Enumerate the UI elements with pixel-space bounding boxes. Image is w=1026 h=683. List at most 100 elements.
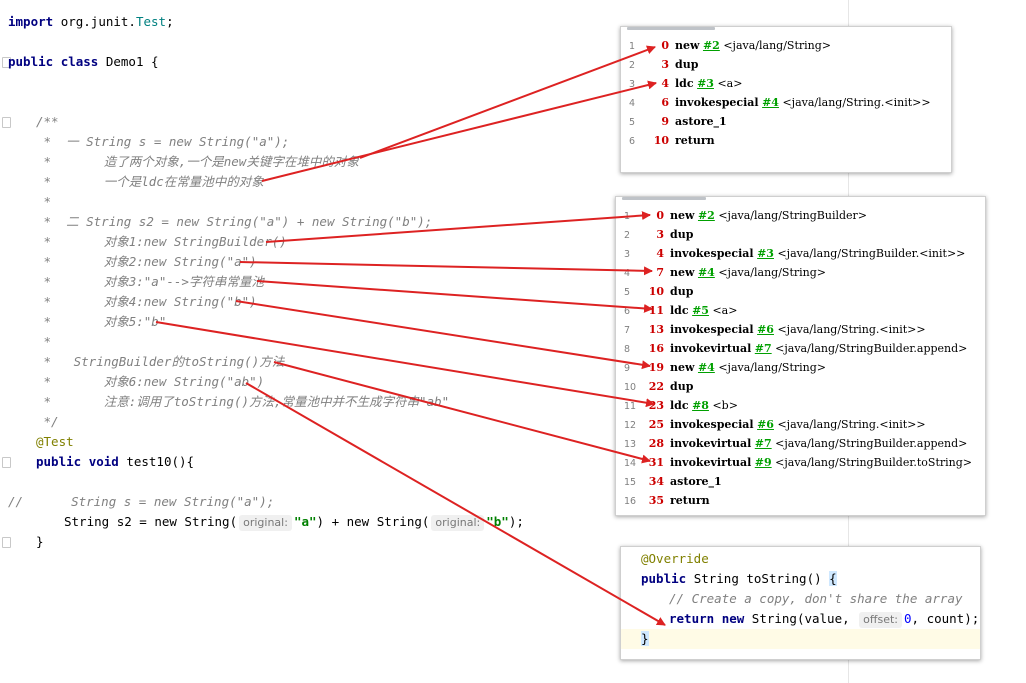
bytecode-offset: 10	[648, 285, 664, 298]
import-line: import org.junit.Test;	[8, 12, 174, 32]
line-number: 3	[624, 249, 631, 260]
line-number: 4	[629, 98, 636, 109]
code-editor[interactable]: import org.junit.Test; public class Demo…	[0, 0, 1026, 683]
bytecode-row: 4 7 new #4 <java/lang/String>	[616, 263, 826, 282]
constant-ref[interactable]: #4	[762, 96, 779, 109]
constant-ref[interactable]: #7	[755, 437, 772, 450]
bytecode-offset: 10	[653, 134, 669, 147]
constant-ref[interactable]: #3	[697, 77, 714, 90]
constant-ref[interactable]: #6	[757, 418, 774, 431]
operand: <a>	[717, 77, 743, 90]
constant-ref[interactable]: #3	[757, 247, 774, 260]
constant-ref[interactable]: #9	[755, 456, 772, 469]
bytecode-row: 1 0 new #2 <java/lang/StringBuilder>	[616, 206, 867, 225]
constant-ref[interactable]: #8	[692, 399, 709, 412]
bytecode-row: 12 25 invokespecial #6 <java/lang/String.<…	[616, 415, 926, 434]
line-number: 13	[624, 439, 637, 450]
opcode: ldc	[670, 399, 689, 412]
fold-marker-icon[interactable]	[2, 117, 11, 128]
opcode: dup	[675, 58, 699, 71]
close-brace: }	[641, 631, 649, 646]
line-number: 11	[624, 401, 637, 412]
doc-comment-line: * 二 String s2 = new String("a") + new St…	[36, 214, 433, 229]
bytecode-panel-string[interactable]: 1 0 new #2 <java/lang/String> 2 3 dup 3 4 ldc #…	[620, 26, 952, 173]
string-literal-a: "a"	[293, 514, 317, 529]
tostring-method: String toString()	[693, 571, 830, 586]
doc-comment-line: * 对象5:"b"	[36, 314, 167, 329]
bytecode-row: 8 16 invokevirtual #7 <java/lang/StringBui…	[616, 339, 967, 358]
bytecode-panel-concat[interactable]: 1 0 new #2 <java/lang/StringBuilder> 2 3 dup …	[615, 196, 986, 516]
doc-comment-line: * 造了两个对象,一个是new关键字在堆中的对象	[36, 154, 359, 169]
fold-marker-icon[interactable]	[2, 537, 11, 548]
bytecode-offset: 3	[656, 228, 664, 241]
method-name: test10(){	[126, 454, 195, 469]
doc-comment-close: */	[36, 414, 59, 429]
import-class: Test	[135, 14, 167, 29]
bytecode-row: 5 10 dup	[616, 282, 697, 301]
bytecode-offset: 0	[661, 39, 669, 52]
commented-line: // String s = new String("a");	[8, 492, 274, 512]
bytecode-row: 14 31 invokevirtual #9 <java/lang/StringBu…	[616, 453, 972, 472]
close-brace-line: }	[641, 629, 649, 649]
constant-ref[interactable]: #2	[698, 209, 715, 222]
line-number: 9	[624, 363, 631, 374]
bytecode-row: 1 0 new #2 <java/lang/String>	[621, 36, 831, 55]
operand: <java/lang/String.<init>>	[777, 323, 926, 336]
bytecode-row: 15 34 astore_1	[616, 472, 725, 491]
opcode: astore_1	[670, 475, 722, 488]
bytecode-offset: 4	[656, 247, 664, 260]
opcode: invokespecial	[675, 96, 759, 109]
operand: <java/lang/StringBuilder.toString>	[775, 456, 973, 469]
line-number: 8	[624, 344, 631, 355]
line-number: 5	[624, 287, 631, 298]
panel-scrollbar[interactable]	[627, 27, 715, 30]
class-declaration: public class Demo1 {	[8, 52, 159, 72]
line-comment-marker: //	[8, 494, 24, 509]
test-annotation: @Test	[36, 434, 74, 449]
offset-value: 0	[903, 611, 912, 626]
bytecode-offset: 28	[648, 437, 664, 450]
constant-ref[interactable]: #4	[698, 361, 715, 374]
line-number: 14	[624, 458, 637, 469]
arrow-new-object	[359, 45, 656, 159]
operand: <java/lang/String.<init>>	[777, 418, 926, 431]
constant-ref[interactable]: #4	[698, 266, 715, 279]
line-number: 2	[629, 60, 636, 71]
constant-ref[interactable]: #6	[757, 323, 774, 336]
bytecode-row: 16 35 return	[616, 491, 713, 510]
opcode: ldc	[675, 77, 694, 90]
bytecode-offset: 13	[648, 323, 664, 336]
bytecode-row: 2 3 dup	[616, 225, 697, 244]
constant-ref[interactable]: #7	[755, 342, 772, 355]
bytecode-offset: 4	[661, 77, 669, 90]
constant-ref[interactable]: #2	[703, 39, 720, 52]
doc-comment-line: * 对象6:new String("ab")	[36, 374, 265, 389]
tostring-source-panel[interactable]: @Override public String toString() { // …	[620, 546, 981, 660]
bytecode-offset: 6	[661, 96, 669, 109]
opcode: return	[675, 134, 715, 147]
line-number: 3	[629, 79, 636, 90]
statement-end: );	[508, 514, 524, 529]
arrow-new-string-a	[239, 261, 653, 276]
bytecode-row: 7 13 invokespecial #6 <java/lang/String.<i…	[616, 320, 926, 339]
panel-scrollbar[interactable]	[622, 197, 706, 200]
fold-marker-icon[interactable]	[2, 457, 11, 468]
arrow-new-string-b	[235, 300, 651, 370]
operand: <java/lang/String>	[718, 266, 826, 279]
bytecode-row: 4 6 invokespecial #4 <java/lang/String.<in…	[621, 93, 931, 112]
commented-code: String s = new String("a");	[71, 494, 275, 509]
bytecode-offset: 31	[648, 456, 664, 469]
opcode: new	[670, 266, 695, 279]
caret-line-highlight	[621, 629, 980, 649]
operand: <java/lang/String>	[723, 39, 831, 52]
method-declaration: public void test10(){	[36, 452, 194, 472]
doc-comment-line: * 一 String s = new String("a");	[36, 134, 290, 149]
arrow-ldc-a	[256, 280, 653, 313]
operand: <java/lang/StringBuilder.<init>>	[777, 247, 966, 260]
method-close-brace: }	[36, 534, 44, 549]
import-semicolon: ;	[166, 14, 174, 29]
operand: <java/lang/StringBuilder.append>	[775, 437, 968, 450]
constant-ref[interactable]: #5	[692, 304, 709, 317]
doc-comment-line: * StringBuilder的toString()方法	[36, 354, 285, 369]
bytecode-offset: 9	[661, 115, 669, 128]
